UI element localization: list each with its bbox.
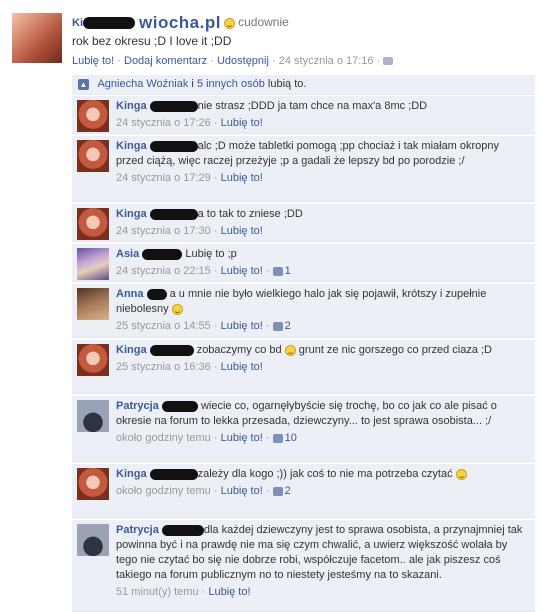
redaction-bar [149,140,198,152]
like-count-icon [272,321,283,331]
comment-text: zależy dla kogo ;)) jak coś to nie ma po… [197,468,453,480]
comment-like-link[interactable]: Lubię to! [208,586,250,598]
comment-item: Kinga zobaczymy co bd grunt ze nic gorsz… [72,340,535,394]
comment-like-link[interactable]: Lubię to! [221,265,263,277]
comment-item: Asia Lubię to ;p 24 stycznia o 22:15 · L… [72,244,535,282]
commenter-name[interactable]: Kinga [116,344,147,356]
post-author-name[interactable]: Ki [72,17,83,29]
comment-text-continued: grunt ze nic gorszego co przed ciaza ;D [298,344,493,356]
other-likers-link[interactable]: 5 innych osób [197,78,265,90]
comment-like-link[interactable]: Lubię to! [221,361,263,373]
post-like-link[interactable]: Lubię to! [72,55,114,67]
commenter-avatar[interactable] [77,100,109,132]
commenter-name[interactable]: Kinga [116,100,147,112]
like-count[interactable]: 2 [285,320,291,332]
comment-like-link[interactable]: Lubię to! [221,320,263,332]
watermark-logo: wiocha.pl [139,13,221,32]
redaction-bar [142,248,183,260]
redaction-bar [149,208,198,220]
comment-time[interactable]: 24 stycznia o 17:26 [116,117,211,129]
post-text: rok bez okresu ;D I love it ;DD [72,34,232,48]
commenter-name[interactable]: Anna [116,288,144,300]
commenter-avatar[interactable] [77,140,109,172]
comment-like-link[interactable]: Lubię to! [221,172,263,184]
comment-time[interactable]: 25 stycznia o 14:55 [116,320,211,332]
smiley-icon [224,17,236,29]
redaction-bar [149,344,194,356]
comment-like-link[interactable]: Lubię to! [221,225,263,237]
comment-time[interactable]: 24 stycznia o 17:29 [116,172,211,184]
redaction-bar [149,100,198,112]
comment-text: a to tak to zniese ;DD [197,208,303,220]
comment-item: Kinga alc ;D może tabletki pomogą ;pp ch… [72,136,535,202]
redaction-bar [146,288,167,300]
comment-text: zobaczymy co bd [196,344,282,356]
comment-item: Anna a u mnie nie było wielkiego halo ja… [72,284,535,338]
commenter-avatar[interactable] [77,208,109,240]
comment-time[interactable]: około godziny temu [116,432,211,444]
commenter-name[interactable]: Patrycja [116,524,159,536]
comment-text: Lubię to ;p [185,248,237,260]
like-count-icon [272,433,283,443]
smiley-icon [455,468,467,480]
commenter-avatar[interactable] [77,344,109,376]
comment-item: Kinga zależy dla kogo ;)) jak coś to nie… [72,464,535,518]
redaction-bar [149,468,198,480]
commenter-name[interactable]: Patrycja [116,400,159,412]
like-count-icon [272,266,283,276]
post-status-word: cudownie [238,14,289,29]
commenter-avatar[interactable] [77,524,109,556]
comment-time[interactable]: 51 minut(y) temu [116,586,199,598]
comment-item: Kinga nie strasz ;DDD ja tam chce na max… [72,96,535,134]
like-count[interactable]: 1 [285,265,291,277]
like-count-icon [272,486,283,496]
smiley-icon [171,303,183,315]
commenter-name[interactable]: Kinga [116,140,147,152]
comment-time[interactable]: 24 stycznia o 17:30 [116,225,211,237]
comment-text: nie strasz ;DDD ja tam chce na max'a 8mc… [197,100,428,112]
comment-item: Patrycja dla każdej dziewczyny jest to s… [72,520,535,612]
post-actions: Lubię to! · Dodaj komentarz · Udostępnij… [72,55,394,67]
like-count[interactable]: 10 [285,432,297,444]
commenter-avatar[interactable] [77,248,109,280]
redaction-bar [83,17,135,29]
likes-summary: ▲ Agniecha Woźniak i 5 innych osób lubią… [72,75,535,95]
commenter-name[interactable]: Kinga [116,468,147,480]
comment-time[interactable]: 25 stycznia o 16:36 [116,361,211,373]
commenter-name[interactable]: Kinga [116,208,147,220]
share-link[interactable]: Udostępnij [217,55,269,67]
comment-like-link[interactable]: Lubię to! [221,432,263,444]
like-count[interactable]: 2 [285,485,291,497]
comment-item: Kinga a to tak to zniese ;DD 24 stycznia… [72,204,535,242]
friends-privacy-icon[interactable] [383,57,394,66]
liker-name-link[interactable]: Agniecha Woźniak [97,78,188,90]
post-author-avatar[interactable] [12,13,62,63]
commenter-name[interactable]: Asia [116,248,139,260]
comment-time[interactable]: około godziny temu [116,485,211,497]
thumbs-up-icon: ▲ [78,78,89,90]
redaction-bar [161,400,198,412]
comment-item: Patrycja wiecie co, ogarnęłybyście się t… [72,396,535,462]
add-comment-link[interactable]: Dodaj komentarz [124,55,207,67]
comment-like-link[interactable]: Lubię to! [221,485,263,497]
commenter-avatar[interactable] [77,288,109,320]
comment-like-link[interactable]: Lubię to! [221,117,263,129]
smiley-icon [284,344,296,356]
commenter-avatar[interactable] [77,400,109,432]
redaction-bar [161,524,204,536]
commenter-avatar[interactable] [77,468,109,500]
post-timestamp[interactable]: 24 stycznia o 17:16 [279,55,374,67]
comment-time[interactable]: 24 stycznia o 22:15 [116,265,211,277]
